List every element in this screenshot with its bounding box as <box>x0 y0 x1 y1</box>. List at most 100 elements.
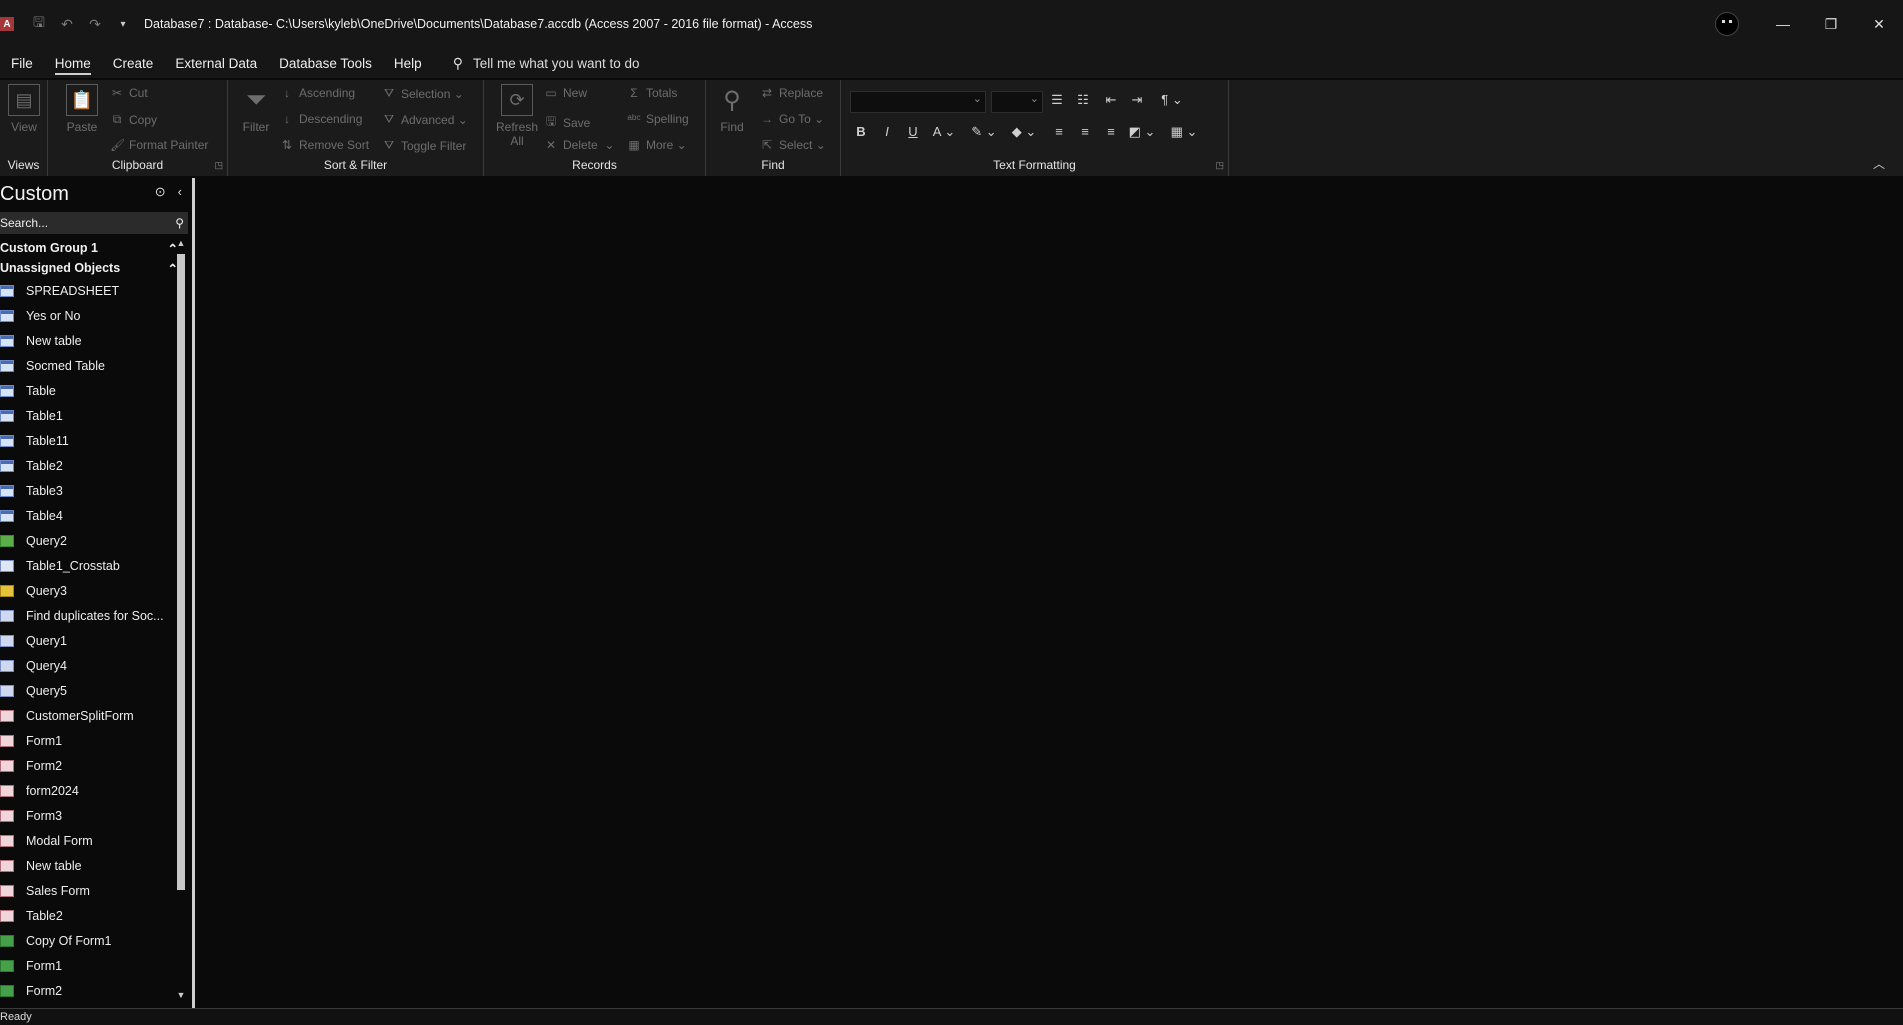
nav-object-item[interactable]: Form3 <box>0 803 192 828</box>
nav-menu-chevron-icon[interactable]: ⊙ <box>155 184 166 200</box>
remove-sort-button[interactable]: ⇅ Remove Sort <box>280 138 369 152</box>
tab-create[interactable]: Create <box>102 48 165 78</box>
format-painter-button[interactable]: 🖌 Format Painter <box>110 138 208 152</box>
alternate-row-color-icon[interactable]: ◩ ⌄ <box>1127 124 1157 140</box>
font-name-dropdown[interactable] <box>850 91 986 113</box>
tab-database-tools[interactable]: Database Tools <box>268 48 383 78</box>
advanced-button[interactable]: ⛛ Advanced ⌄ <box>382 112 468 127</box>
font-color-icon[interactable]: A ⌄ <box>929 124 959 140</box>
nav-object-item[interactable]: CustomerSplitForm <box>0 703 192 728</box>
cut-button[interactable]: ✂ Cut <box>110 86 148 100</box>
nav-object-item[interactable]: Find duplicates for Soc... <box>0 603 192 628</box>
nav-object-item[interactable]: Table4 <box>0 503 192 528</box>
tab-help[interactable]: Help <box>383 48 433 78</box>
paste-button[interactable]: 📋 Paste <box>66 84 98 134</box>
nav-object-item[interactable]: Table1 <box>0 403 192 428</box>
save-record-button[interactable]: 🖫 Save <box>544 112 590 133</box>
save-icon[interactable]: 🖫 <box>28 12 50 36</box>
nav-object-item[interactable]: Socmed Table <box>0 353 192 378</box>
nav-object-item[interactable]: Table3 <box>0 478 192 503</box>
selection-button[interactable]: ⛛ Selection ⌄ <box>382 86 464 101</box>
nav-object-item[interactable]: Copy Of Form1 <box>0 928 192 953</box>
replace-button[interactable]: ⇄ Replace <box>760 86 823 100</box>
view-button[interactable]: ▤ View <box>8 84 40 134</box>
restore-icon[interactable]: ❐ <box>1807 0 1855 48</box>
delete-record-button[interactable]: ✕ Delete ⌄ <box>544 138 614 152</box>
close-icon[interactable]: ✕ <box>1855 0 1903 48</box>
undo-icon[interactable]: ↶ <box>56 16 78 33</box>
tab-file[interactable]: File <box>0 48 44 78</box>
scroll-thumb[interactable] <box>177 254 185 890</box>
redo-icon[interactable]: ↷ <box>84 16 106 33</box>
nav-search-box[interactable]: Search... ⚲ <box>0 212 188 234</box>
fill-color-icon[interactable]: ◆ ⌄ <box>1009 124 1039 140</box>
nav-object-item[interactable]: Form2 <box>0 978 192 1003</box>
nav-object-item[interactable]: Form2 <box>0 753 192 778</box>
shutter-bar-close-icon[interactable]: ‹ <box>178 184 182 200</box>
account-avatar[interactable] <box>1715 12 1739 36</box>
nav-object-item[interactable]: Sales Form <box>0 878 192 903</box>
italic-icon[interactable]: I <box>877 124 897 139</box>
nav-object-item[interactable]: Query2 <box>0 528 192 553</box>
nav-object-item[interactable]: Table2 <box>0 453 192 478</box>
refresh-all-button[interactable]: ⟳ Refresh All <box>496 84 538 148</box>
nav-object-item[interactable]: SPREADSHEET <box>0 278 192 303</box>
goto-button[interactable]: → Go To ⌄ <box>760 112 824 126</box>
find-button[interactable]: ⚲ Find <box>716 84 748 135</box>
nav-group-unassigned-objects[interactable]: Unassigned Objects ⌃ <box>0 258 192 278</box>
nav-object-item[interactable]: Query5 <box>0 678 192 703</box>
tell-me-search[interactable]: ⚲ Tell me what you want to do <box>453 55 640 72</box>
tab-external-data[interactable]: External Data <box>164 48 268 78</box>
customize-qat-icon[interactable]: ▾ <box>112 19 134 30</box>
decrease-indent-icon[interactable]: ⇤ <box>1101 92 1121 108</box>
nav-object-item[interactable]: New table <box>0 328 192 353</box>
paragraph-direction-icon[interactable]: ¶ ⌄ <box>1155 92 1189 108</box>
nav-object-item[interactable]: Table2 <box>0 903 192 928</box>
table-object-icon <box>0 384 14 397</box>
clipboard-launcher-icon[interactable]: ◳ <box>214 160 223 171</box>
nav-object-item[interactable]: New table <box>0 853 192 878</box>
toggle-filter-button[interactable]: ⛛ Toggle Filter <box>382 138 466 153</box>
align-center-icon[interactable]: ≡ <box>1075 124 1095 139</box>
nav-object-item[interactable]: Form1 <box>0 953 192 978</box>
filter-button[interactable]: ⏷ Filter <box>240 84 272 134</box>
nav-object-item[interactable]: Query1 <box>0 628 192 653</box>
copy-button[interactable]: ⧉ Copy <box>110 112 157 127</box>
minimize-icon[interactable]: — <box>1759 0 1807 48</box>
gridlines-icon[interactable]: ▦ ⌄ <box>1167 124 1201 140</box>
scroll-up-icon[interactable]: ▲ <box>176 238 186 248</box>
nav-pane-title[interactable]: Custom <box>0 183 69 206</box>
nav-object-item[interactable]: Modal Form <box>0 828 192 853</box>
align-left-icon[interactable]: ≡ <box>1049 124 1069 139</box>
font-size-dropdown[interactable] <box>991 91 1043 113</box>
scroll-down-icon[interactable]: ▼ <box>176 990 186 1000</box>
nav-object-item[interactable]: Form1 <box>0 728 192 753</box>
spelling-button[interactable]: ᵃᵇᶜ Spelling <box>627 112 688 126</box>
nav-object-item[interactable]: Query3 <box>0 578 192 603</box>
increase-indent-icon[interactable]: ⇥ <box>1127 92 1147 108</box>
nav-search-input[interactable]: Search... <box>0 216 48 230</box>
select-button[interactable]: ⇱ Select ⌄ <box>760 138 826 152</box>
new-record-button[interactable]: ▭ New <box>544 86 587 100</box>
numbering-icon[interactable]: ☷ <box>1073 92 1093 108</box>
collapse-ribbon-icon[interactable]: ︿ <box>1873 155 1885 172</box>
underline-icon[interactable]: U <box>903 124 923 139</box>
descending-button[interactable]: ↓ Descending <box>280 112 362 126</box>
nav-object-item[interactable]: Yes or No <box>0 303 192 328</box>
bold-icon[interactable]: B <box>851 124 871 139</box>
bullets-icon[interactable]: ☰ <box>1047 92 1067 108</box>
nav-group-custom-group-1[interactable]: Custom Group 1 ⌃ <box>0 238 192 258</box>
align-right-icon[interactable]: ≡ <box>1101 124 1121 139</box>
nav-object-item[interactable]: Query4 <box>0 653 192 678</box>
nav-object-item[interactable]: Table <box>0 378 192 403</box>
nav-object-item[interactable]: form2024 <box>0 778 192 803</box>
nav-scrollbar[interactable]: ▲ ▼ <box>176 238 186 1000</box>
highlight-icon[interactable]: ✎ ⌄ <box>969 124 999 140</box>
more-button[interactable]: ▦ More ⌄ <box>627 138 686 152</box>
tab-home[interactable]: Home <box>44 48 102 78</box>
text-formatting-launcher-icon[interactable]: ◳ <box>1215 160 1224 171</box>
ascending-button[interactable]: ↓ Ascending <box>280 86 355 100</box>
nav-object-item[interactable]: Table1_Crosstab <box>0 553 192 578</box>
nav-object-item[interactable]: Table11 <box>0 428 192 453</box>
totals-button[interactable]: Σ Totals <box>627 86 677 100</box>
